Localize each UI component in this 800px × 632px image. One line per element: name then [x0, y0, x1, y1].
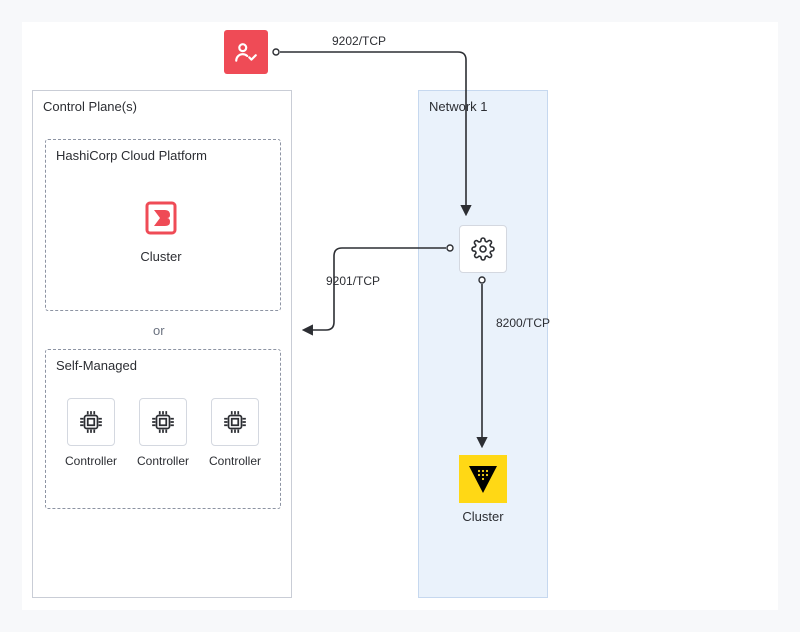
hcp-box: HashiCorp Cloud Platform Cluster: [45, 139, 281, 311]
cpu-icon: [211, 398, 259, 446]
hcp-cluster-node: Cluster: [139, 196, 183, 264]
self-managed-title: Self-Managed: [56, 358, 137, 373]
user-node: [224, 30, 268, 74]
hcp-cluster-label: Cluster: [139, 249, 183, 264]
cpu-icon: [67, 398, 115, 446]
vault-cluster-node: [459, 455, 507, 503]
network-1-box: Network 1 Cluster: [418, 90, 548, 598]
or-label: or: [153, 323, 165, 338]
controller-node: Controller: [200, 398, 270, 468]
controller-label: Controller: [209, 454, 261, 468]
controller-node: Controller: [128, 398, 198, 468]
diagram-canvas: Control Plane(s) HashiCorp Cloud Platfor…: [22, 22, 778, 610]
edge-label-worker-cp: 9201/TCP: [326, 274, 380, 288]
self-managed-box: Self-Managed Controller: [45, 349, 281, 509]
controller-label: Controller: [65, 454, 117, 468]
controllers-row: Controller Controller: [56, 398, 270, 468]
gear-icon: [471, 237, 495, 261]
worker-node: [459, 225, 507, 273]
edge-label-user-worker: 9202/TCP: [332, 34, 386, 48]
edge-label-worker-vault: 8200/TCP: [496, 316, 546, 332]
user-check-icon: [233, 39, 259, 65]
hcp-title: HashiCorp Cloud Platform: [56, 148, 207, 163]
control-plane-box: Control Plane(s) HashiCorp Cloud Platfor…: [32, 90, 292, 598]
cpu-icon: [139, 398, 187, 446]
controller-label: Controller: [137, 454, 189, 468]
vault-icon: [465, 461, 501, 497]
controller-node: Controller: [56, 398, 126, 468]
control-plane-title: Control Plane(s): [43, 99, 137, 114]
boundary-icon: [139, 196, 183, 240]
network-1-title: Network 1: [429, 99, 488, 114]
vault-cluster-label: Cluster: [419, 509, 547, 524]
